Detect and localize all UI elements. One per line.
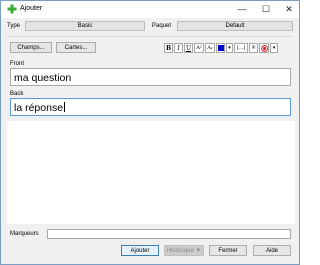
back-field-value: la réponse	[14, 102, 64, 114]
bold-button[interactable]: B	[164, 43, 173, 53]
front-field-label: Front	[10, 61, 25, 67]
superscript-button[interactable]: A²	[194, 43, 204, 53]
front-field-value: ma question	[14, 72, 72, 84]
subscript-button[interactable]: A₂	[205, 43, 215, 53]
type-label: Type	[7, 23, 21, 29]
help-button[interactable]: Aide	[253, 245, 291, 256]
add-button[interactable]: Ajouter	[121, 245, 159, 256]
maximize-button[interactable]: ☐	[255, 2, 277, 16]
more-menu-button[interactable]: ▾	[270, 43, 278, 53]
cloze-button[interactable]: [...]	[234, 43, 248, 53]
attach-icon[interactable]: ⍟	[249, 43, 258, 53]
front-field-input[interactable]: ma question	[10, 68, 291, 86]
history-button[interactable]: Historique ▼	[164, 245, 204, 256]
record-audio-button[interactable]	[259, 43, 269, 53]
color-menu-button[interactable]: ▾	[226, 43, 233, 53]
note-type-value: Basic	[77, 23, 93, 29]
text-color-button[interactable]	[216, 43, 225, 53]
deck-value: Default	[225, 23, 245, 29]
deck-label: Paquet	[152, 23, 172, 29]
text-color-icon	[217, 45, 224, 51]
underline-button[interactable]: U	[184, 43, 193, 53]
tags-input[interactable]	[47, 229, 291, 239]
fields-button[interactable]: Champs...	[10, 42, 52, 53]
italic-button[interactable]: I	[174, 43, 183, 53]
minimize-button[interactable]: —	[231, 2, 253, 16]
title-bar[interactable]: Ajouter — ☐ ✕	[1, 1, 299, 18]
window-title: Ajouter	[20, 5, 43, 12]
add-plus-icon	[7, 4, 17, 14]
note-type-selector[interactable]: Basic	[25, 21, 145, 31]
back-field-input[interactable]: la réponse	[10, 98, 291, 116]
back-field-label: Back	[10, 91, 24, 97]
add-note-window: Ajouter — ☐ ✕ Type Basic Paquet Default …	[0, 0, 300, 265]
deck-selector[interactable]: Default	[177, 21, 293, 31]
cards-button[interactable]: Cartes...	[56, 42, 96, 53]
text-caret	[64, 102, 66, 112]
record-icon	[260, 44, 268, 52]
editor-area	[7, 121, 295, 224]
tags-label: Marqueurs	[10, 231, 39, 237]
close-window-button[interactable]: ✕	[278, 2, 300, 16]
close-button[interactable]: Fermer	[209, 245, 247, 256]
separator	[7, 36, 293, 37]
